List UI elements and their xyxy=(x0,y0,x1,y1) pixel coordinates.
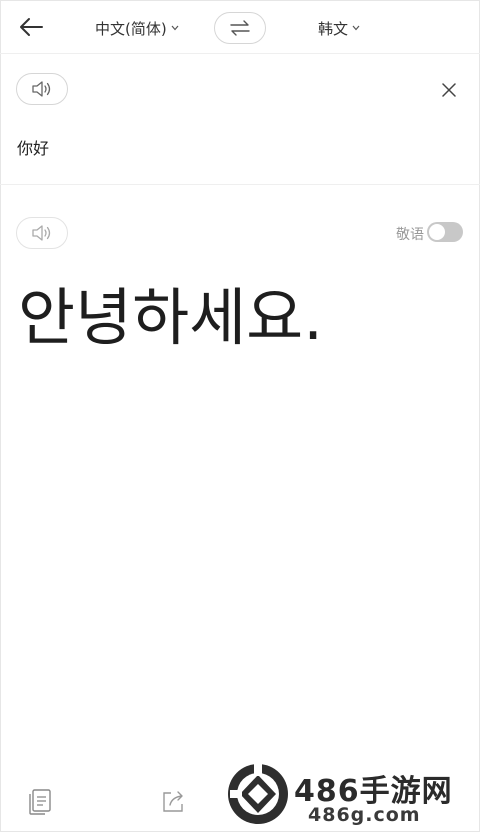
translated-text: 안녕하세요. xyxy=(18,281,323,354)
swap-languages-button[interactable] xyxy=(214,12,266,44)
site-watermark: 486手游网 486g.com xyxy=(224,760,480,832)
watermark-subtitle: 486g.com xyxy=(308,804,421,826)
arrow-left-icon xyxy=(20,18,43,36)
speaker-icon xyxy=(32,81,51,97)
result-panel: 敬语 안녕하세요. xyxy=(0,186,480,746)
watermark-logo-icon xyxy=(228,764,288,824)
source-text[interactable]: 你好 xyxy=(17,135,49,159)
chevron-down-icon xyxy=(171,25,179,31)
honorific-label: 敬语 xyxy=(396,227,424,243)
target-language-label: 韩文 xyxy=(318,19,349,38)
speaker-icon xyxy=(32,225,51,241)
source-speak-button[interactable] xyxy=(16,73,68,105)
top-bar: 中文(简体) 韩文 xyxy=(0,0,480,54)
target-language-selector[interactable]: 韩文 xyxy=(318,17,360,39)
copy-button[interactable] xyxy=(24,786,56,818)
toggle-knob xyxy=(429,224,445,240)
source-language-label: 中文(简体) xyxy=(95,19,167,38)
share-icon xyxy=(163,791,183,812)
back-button[interactable] xyxy=(14,12,48,42)
copy-icon xyxy=(29,789,51,815)
clear-button[interactable] xyxy=(436,77,462,103)
close-icon xyxy=(442,83,456,97)
share-button[interactable] xyxy=(157,786,189,818)
chevron-down-icon xyxy=(352,25,360,31)
source-panel: 你好 xyxy=(0,55,480,185)
result-speak-button[interactable] xyxy=(16,217,68,249)
source-language-selector[interactable]: 中文(简体) xyxy=(95,17,179,39)
swap-arrows-icon xyxy=(230,20,250,36)
honorific-toggle[interactable] xyxy=(427,222,463,242)
